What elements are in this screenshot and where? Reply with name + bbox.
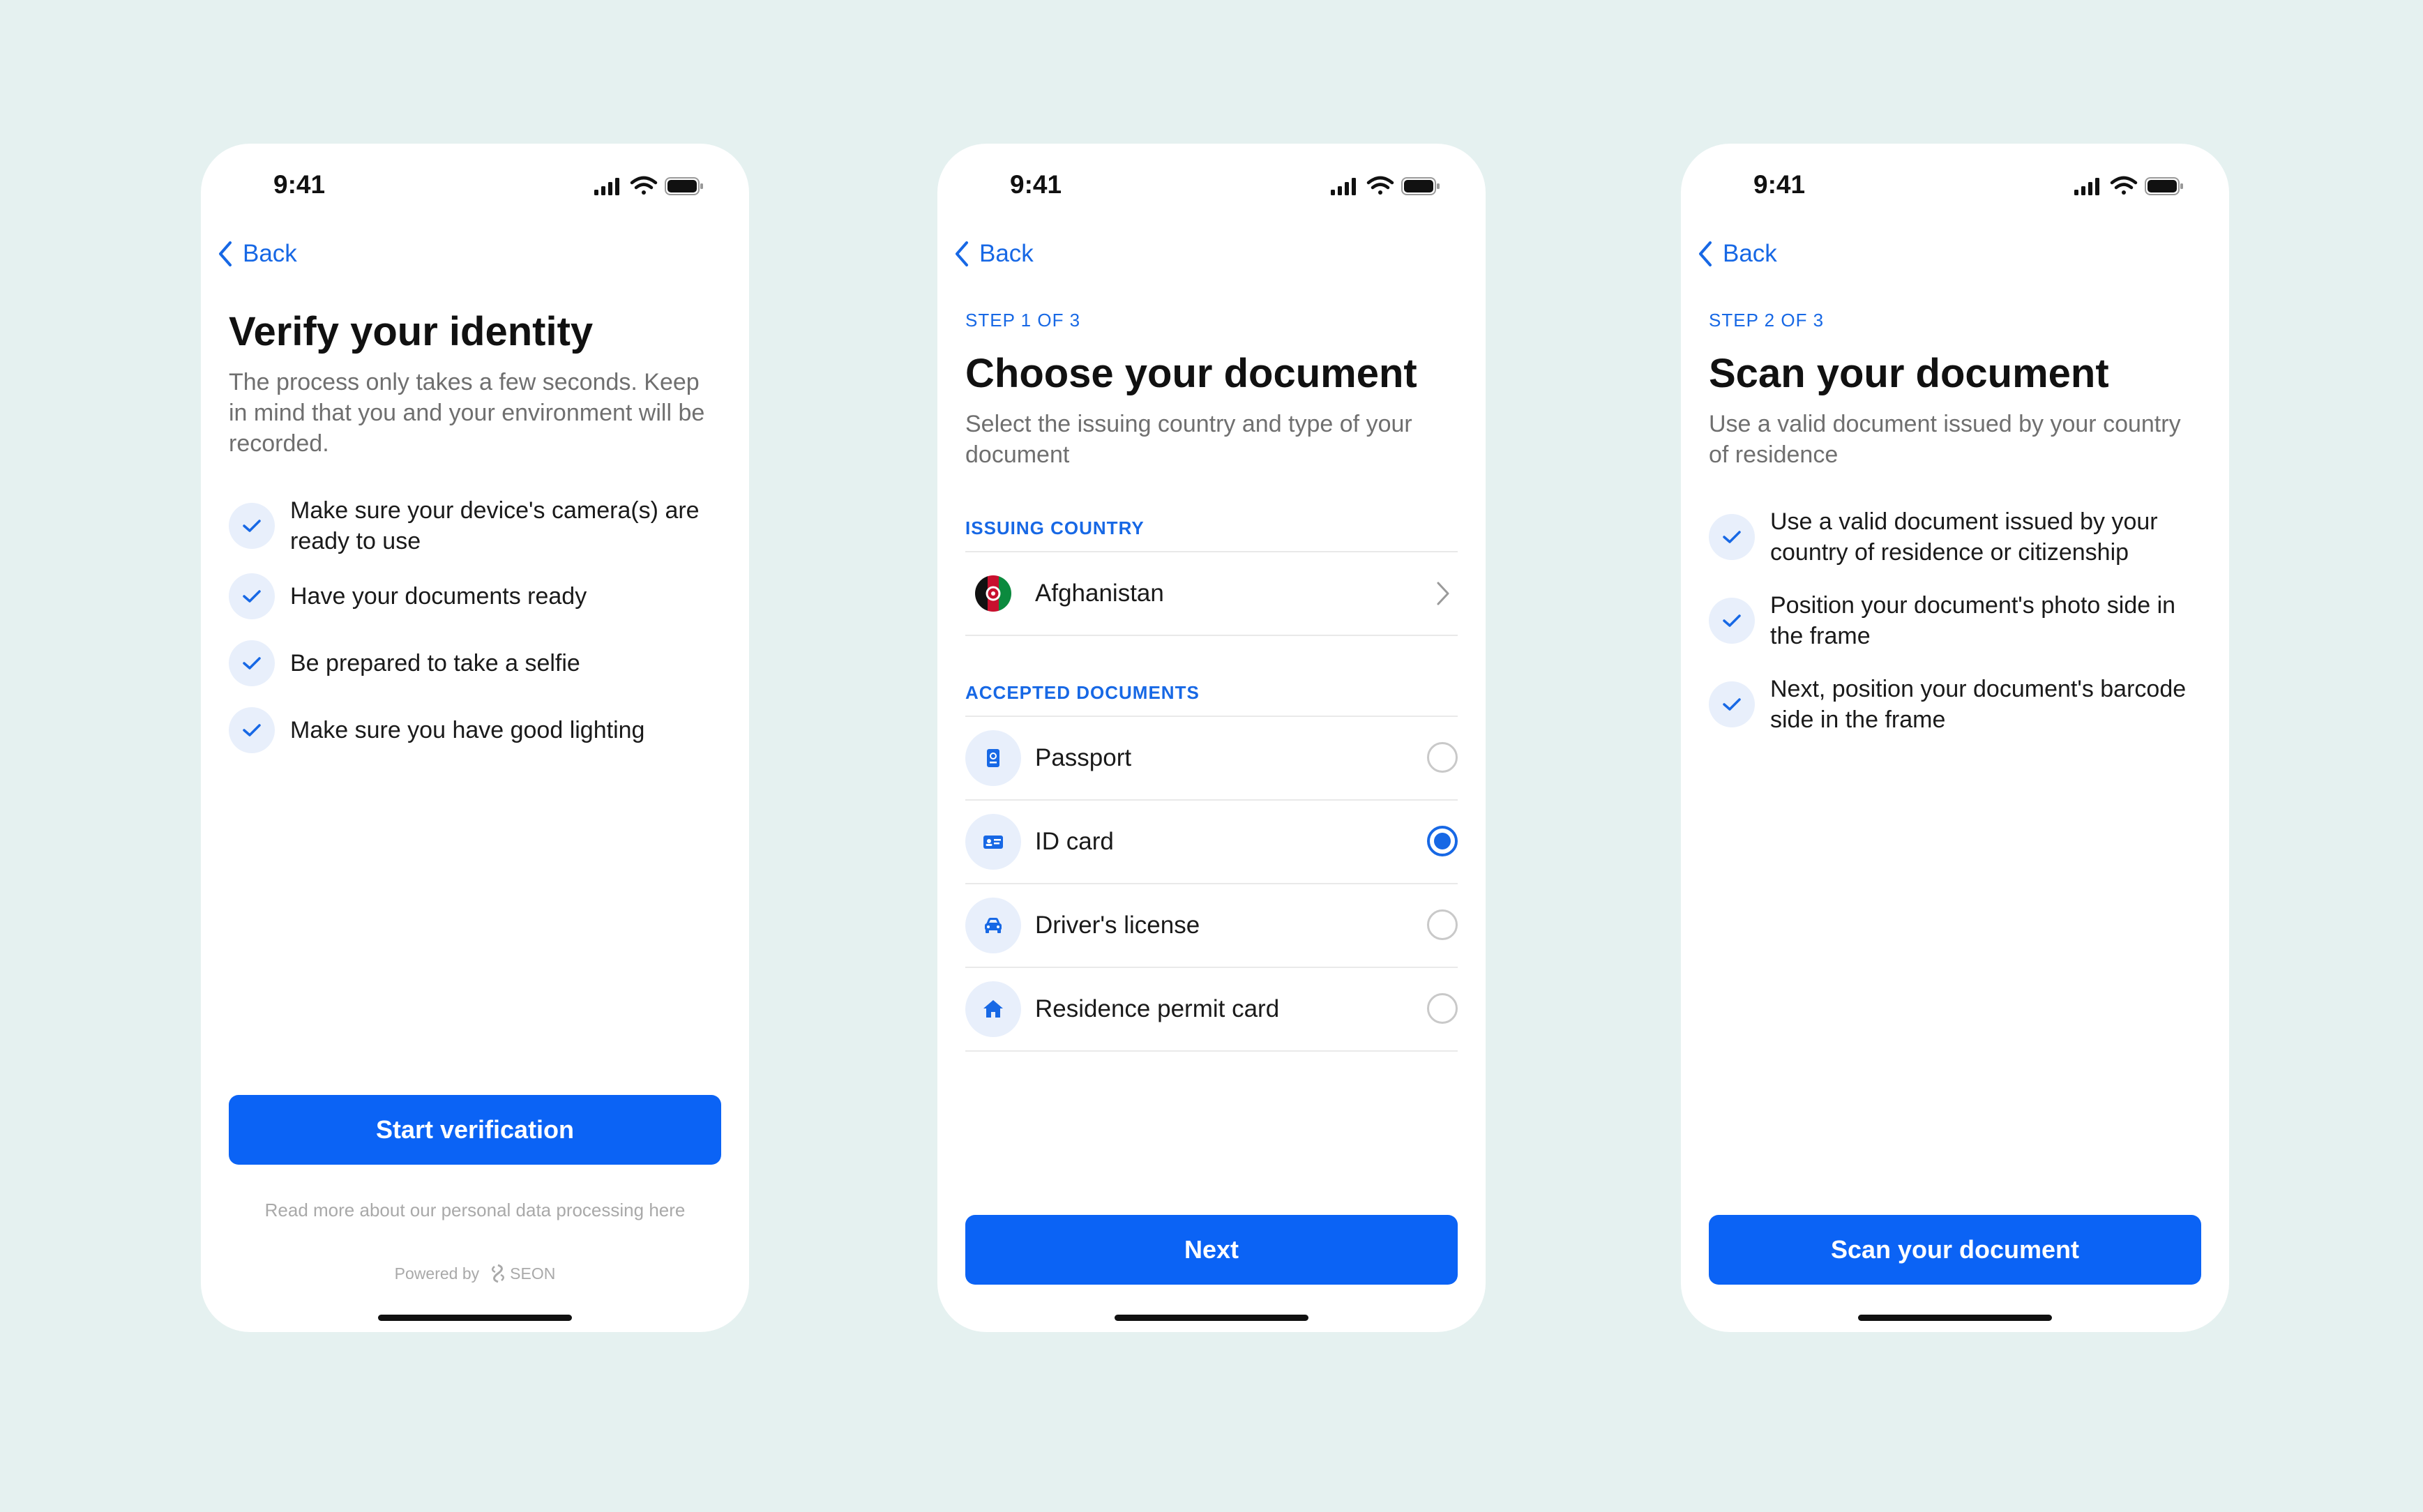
back-label: Back: [979, 240, 1034, 267]
page-title: Scan your document: [1709, 351, 2109, 396]
status-icons: [2074, 176, 2183, 195]
choose-document-screen: 9:41 Back STEP 1 OF 3 Choose your docume…: [937, 144, 1486, 1332]
document-label: Passport: [1035, 744, 1132, 771]
radio-button[interactable]: [1427, 909, 1458, 940]
divider: [965, 635, 1458, 636]
list-item-text: Use a valid document issued by your coun…: [1770, 508, 2158, 566]
status-icons: [594, 176, 703, 195]
checkmark-icon: [229, 640, 275, 686]
list-item: Make sure you have good lighting: [229, 707, 723, 753]
home-indicator: [378, 1315, 572, 1321]
page-title: Choose your document: [965, 351, 1417, 396]
status-time: 9:41: [1010, 170, 1062, 199]
checkmark-icon: [229, 573, 275, 619]
powered-by: Powered by SEON: [201, 1264, 749, 1283]
country-selector[interactable]: Afghanistan: [965, 552, 1458, 635]
document-label: ID card: [1035, 828, 1114, 855]
page-subtitle: Use a valid document issued by your coun…: [1709, 411, 2181, 468]
car-icon: [965, 898, 1021, 953]
chevron-right-icon: [1437, 582, 1449, 605]
scan-document-screen: 9:41 Back STEP 2 OF 3 Scan your document…: [1681, 144, 2229, 1332]
page-subtitle: The process only takes a few seconds. Ke…: [229, 369, 705, 457]
page-subtitle: Select the issuing country and type of y…: [965, 411, 1412, 468]
document-option-drivers-license[interactable]: Driver's license: [965, 884, 1458, 967]
list-item-text: Have your documents ready: [290, 583, 587, 610]
checkmark-icon: [229, 707, 275, 753]
list-item-text: Make sure your device's camera(s) are re…: [290, 497, 700, 554]
checkmark-icon: [1709, 681, 1755, 727]
seon-logo-icon: [492, 1264, 505, 1283]
list-item: Make sure your device's camera(s) are re…: [229, 495, 723, 557]
wifi-icon: [630, 176, 658, 195]
checkmark-icon: [1709, 514, 1755, 560]
signal-icon: [1331, 178, 1356, 195]
step-indicator: STEP 1 OF 3: [965, 310, 1081, 331]
document-option-id-card[interactable]: ID card: [965, 801, 1458, 883]
signal-icon: [2074, 178, 2099, 195]
signal-icon: [594, 178, 619, 195]
page-title: Verify your identity: [229, 309, 594, 354]
issuing-country-label: ISSUING COUNTRY: [965, 517, 1145, 538]
next-button[interactable]: Next: [965, 1215, 1458, 1285]
verify-identity-screen: 9:41 Back Verify your identity The proce…: [201, 144, 749, 1332]
back-button[interactable]: Back: [216, 233, 297, 275]
battery-icon: [1401, 177, 1440, 195]
document-label: Driver's license: [1035, 912, 1200, 939]
back-label: Back: [1723, 240, 1777, 267]
divider: [965, 1050, 1458, 1052]
radio-button-selected[interactable]: [1427, 826, 1458, 856]
list-item-text: Be prepared to take a selfie: [290, 650, 580, 676]
passport-icon: [965, 730, 1021, 786]
chevron-left-icon: [956, 241, 968, 266]
home-indicator: [1115, 1315, 1308, 1321]
data-processing-link[interactable]: Read more about our personal data proces…: [201, 1200, 749, 1221]
wifi-icon: [2110, 176, 2138, 195]
afghanistan-flag-icon: [975, 575, 1011, 612]
battery-icon: [665, 177, 703, 195]
back-button[interactable]: Back: [953, 233, 1034, 275]
status-bar: 9:41: [1681, 144, 2229, 227]
back-button[interactable]: Back: [1696, 233, 1777, 275]
radio-button[interactable]: [1427, 993, 1458, 1024]
status-bar: 9:41: [937, 144, 1486, 227]
id-card-icon: [965, 814, 1021, 870]
accepted-documents-label: ACCEPTED DOCUMENTS: [965, 682, 1200, 703]
document-option-residence-permit[interactable]: Residence permit card: [965, 968, 1458, 1050]
powered-by-label: Powered by: [394, 1264, 480, 1283]
list-item-text: Position your document's photo side in t…: [1770, 592, 2176, 649]
radio-button[interactable]: [1427, 742, 1458, 773]
list-item-text: Make sure you have good lighting: [290, 717, 645, 743]
house-icon: [965, 981, 1021, 1037]
list-item: Next, position your document's barcode s…: [1709, 674, 2203, 735]
status-bar: 9:41: [201, 144, 749, 227]
status-time: 9:41: [1753, 170, 1806, 199]
list-item: Use a valid document issued by your coun…: [1709, 506, 2203, 568]
start-verification-button[interactable]: Start verification: [229, 1095, 721, 1165]
list-item-text: Next, position your document's barcode s…: [1770, 676, 2187, 733]
status-time: 9:41: [273, 170, 326, 199]
step-indicator: STEP 2 OF 3: [1709, 310, 1825, 331]
list-item: Position your document's photo side in t…: [1709, 590, 2203, 651]
document-option-passport[interactable]: Passport: [965, 717, 1458, 799]
status-icons: [1331, 176, 1440, 195]
chevron-left-icon: [219, 241, 232, 266]
list-item: Have your documents ready: [229, 573, 723, 619]
wifi-icon: [1366, 176, 1394, 195]
list-item: Be prepared to take a selfie: [229, 640, 723, 686]
back-label: Back: [243, 240, 297, 267]
chevron-left-icon: [1699, 241, 1712, 266]
brand-name: SEON: [510, 1264, 556, 1283]
checkmark-icon: [1709, 598, 1755, 644]
battery-icon: [2145, 177, 2183, 195]
country-name: Afghanistan: [1035, 580, 1164, 607]
checkmark-icon: [229, 503, 275, 549]
home-indicator: [1858, 1315, 2052, 1321]
document-label: Residence permit card: [1035, 995, 1280, 1022]
scan-document-button[interactable]: Scan your document: [1709, 1215, 2201, 1285]
